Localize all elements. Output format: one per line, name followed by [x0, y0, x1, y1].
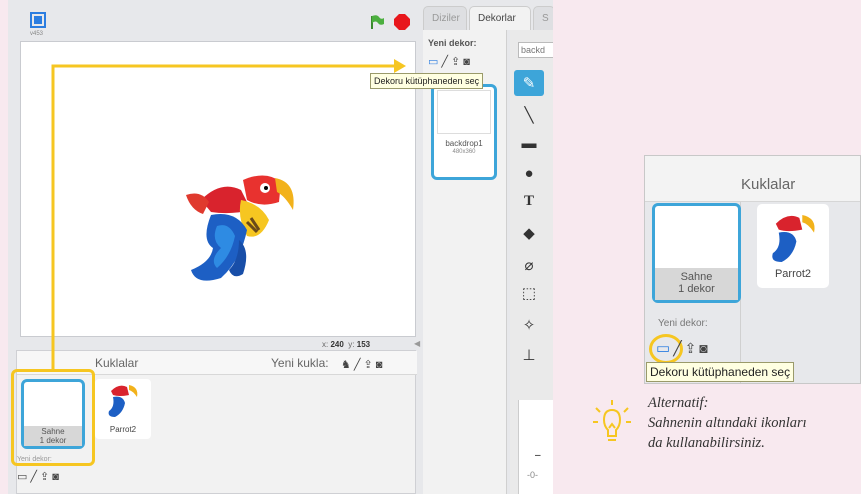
paint-tools: ✎ ╲ ▬ ● T ◆ ⌀ ⬚ ✧ ⊥ – -0- — [510, 30, 553, 494]
paint-backdrop-icon[interactable]: ╱ — [673, 340, 681, 357]
inset-stage-name: Sahne — [680, 271, 713, 283]
eraser-icon[interactable]: ⌀ — [514, 252, 544, 278]
text-icon[interactable]: T — [514, 188, 544, 214]
upload-backdrop-icon[interactable]: ⇪ — [451, 55, 460, 68]
tab-backdrops[interactable]: Dekorlar — [469, 6, 531, 30]
stamp-icon[interactable]: ⊥ — [514, 342, 544, 368]
camera-icon[interactable]: ◙ — [463, 56, 470, 68]
tab-scripts[interactable]: Diziler — [423, 6, 467, 30]
ellipse-icon[interactable]: ● — [514, 160, 544, 186]
paint-backdrop-icon[interactable]: ╱ — [441, 55, 448, 68]
lightbulb-icon — [592, 398, 632, 448]
stamp-select-icon[interactable]: ✧ — [514, 312, 544, 338]
tooltip: Dekoru kütüphaneden seç — [370, 73, 484, 89]
zoom-slider-icon[interactable]: -0- — [527, 470, 538, 480]
inset-header: Kuklalar — [645, 156, 860, 202]
backdrop-panel-label: Yeni dekor: — [428, 38, 477, 48]
inset-screenshot: Kuklalar Sahne 1 dekor Parrot2 Yeni deko… — [644, 155, 861, 384]
brush-icon[interactable]: ✎ — [514, 70, 544, 96]
inset-sprites-title: Kuklalar — [741, 176, 796, 193]
inset-sprite-name: Parrot2 — [774, 268, 812, 280]
inset-stage-sub: 1 dekor — [678, 283, 715, 295]
tab-sounds[interactable]: S — [533, 6, 553, 30]
backdrop-name-field[interactable] — [518, 42, 553, 58]
inset-stage-thumbnail[interactable]: Sahne 1 dekor — [652, 203, 741, 303]
rectangle-icon[interactable]: ▬ — [514, 130, 544, 156]
fill-icon[interactable]: ◆ — [514, 220, 544, 246]
camera-icon[interactable]: ◙ — [699, 340, 707, 356]
backdrop-thumbnail[interactable]: backdrop1 480x360 — [431, 84, 497, 180]
backdrop-list: Yeni dekor: ▭ ╱ ⇪ ◙ backdrop1 480x360 — [423, 30, 507, 494]
inset-tooltip: Dekoru kütüphaneden seç — [646, 362, 795, 382]
inset-sprite-thumbnail[interactable]: Parrot2 — [757, 204, 829, 288]
note-line2: da kullanabilirsiniz. — [648, 435, 765, 451]
inset-new-backdrop-label: Yeni dekor: — [658, 318, 708, 329]
note-title: Alternatif: — [648, 395, 709, 411]
upload-backdrop-icon[interactable]: ⇪ — [685, 340, 697, 357]
backdrop-size: 480x360 — [452, 149, 476, 155]
select-icon[interactable]: ⬚ — [514, 280, 544, 306]
inset-backdrop-icons: ▭ ╱ ⇪ ◙ — [656, 339, 711, 358]
note-line1: Sahnenin altındaki ikonları — [648, 415, 807, 431]
new-backdrop-tools: ▭ ╱ ⇪ ◙ — [428, 52, 473, 70]
scratch-editor-screenshot: v453 x: 240 y: 153 ◀ Kuklalar Yeni kukla… — [8, 0, 553, 494]
backdrop-name: backdrop1 — [445, 139, 483, 148]
alternative-note: Alternatif: Sahnenin altındaki ikonları … — [648, 393, 861, 453]
color-area: – -0- — [518, 400, 553, 494]
backdrop-library-icon[interactable]: ▭ — [656, 339, 670, 357]
backdrop-library-icon[interactable]: ▭ — [428, 55, 438, 68]
line-icon[interactable]: ╲ — [514, 102, 544, 128]
